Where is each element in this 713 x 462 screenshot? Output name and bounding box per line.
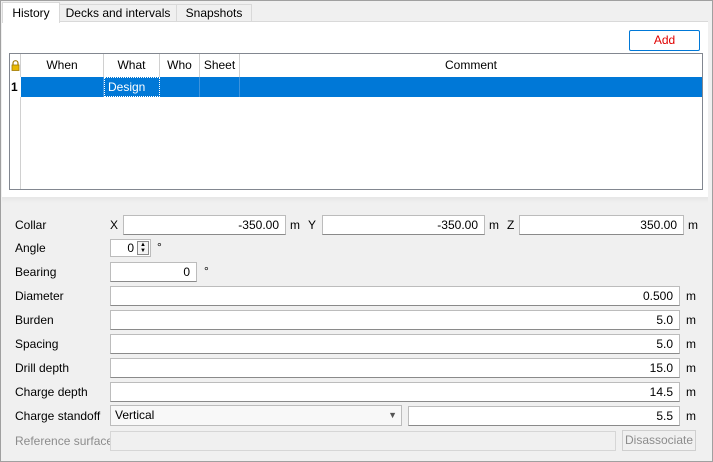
column-header-what[interactable]: What — [104, 54, 160, 77]
table-row[interactable]: 1 Design — [10, 77, 702, 97]
diameter-unit: m — [686, 289, 696, 303]
cell-when[interactable] — [21, 77, 104, 97]
angle-spinbox[interactable]: 0 ▲ ▼ — [110, 239, 151, 257]
row-number[interactable]: 1 — [10, 77, 21, 97]
collar-y-label: Y — [308, 218, 317, 232]
burden-field[interactable]: 5.0 — [110, 310, 680, 330]
collar-x-label: X — [110, 218, 119, 232]
reference-surface-label: Reference surface — [15, 434, 114, 448]
bearing-field[interactable]: 0 — [110, 262, 197, 282]
splitter[interactable] — [2, 197, 708, 203]
collar-y-field[interactable]: -350.00 — [322, 215, 485, 235]
tab-history[interactable]: History — [2, 2, 60, 23]
burden-label: Burden — [15, 313, 54, 327]
charge-depth-unit: m — [686, 385, 696, 399]
bearing-label: Bearing — [15, 265, 57, 279]
angle-spin-buttons[interactable]: ▲ ▼ — [137, 241, 149, 255]
angle-label: Angle — [15, 241, 46, 255]
table-header: When What Who Sheet Comment — [10, 54, 702, 78]
cell-what[interactable]: Design — [104, 77, 160, 97]
add-comment-button[interactable]: Add comment — [629, 30, 700, 66]
angle-unit: ° — [157, 240, 162, 254]
spacing-field[interactable]: 5.0 — [110, 334, 680, 354]
column-header-sheet[interactable]: Sheet — [200, 54, 240, 77]
charge-depth-field[interactable]: 14.5 — [110, 382, 680, 402]
history-table[interactable]: When What Who Sheet Comment 1 Design — [9, 53, 703, 190]
collar-x-field[interactable]: -350.00 — [123, 215, 286, 235]
cell-sheet[interactable] — [200, 77, 240, 97]
charge-standoff-label: Charge standoff — [15, 409, 101, 423]
charge-depth-label: Charge depth — [15, 385, 88, 399]
drill-depth-field[interactable]: 15.0 — [110, 358, 680, 378]
collar-y-unit: m — [489, 218, 499, 232]
disassociate-button[interactable]: Disassociate — [622, 430, 696, 451]
column-header-comment[interactable]: Comment — [240, 54, 702, 77]
diameter-label: Diameter — [15, 289, 64, 303]
charge-standoff-unit: m — [686, 409, 696, 423]
tab-decks-and-intervals[interactable]: Decks and intervals — [59, 4, 177, 21]
charge-standoff-mode-select[interactable]: Vertical ▼ — [110, 405, 402, 426]
charge-standoff-field[interactable]: 5.5 — [408, 406, 680, 426]
row-header-divider — [20, 54, 21, 189]
tab-snapshots[interactable]: Snapshots — [176, 4, 252, 21]
collar-z-field[interactable]: 350.00 — [519, 215, 684, 235]
diameter-field[interactable]: 0.500 — [110, 286, 680, 306]
angle-value[interactable]: 0 — [127, 240, 134, 256]
charge-standoff-mode-value: Vertical — [115, 408, 155, 422]
spacing-unit: m — [686, 337, 696, 351]
burden-unit: m — [686, 313, 696, 327]
cell-comment[interactable] — [240, 77, 702, 97]
collar-label: Collar — [15, 218, 47, 232]
reference-surface-field — [110, 431, 616, 451]
drill-depth-unit: m — [686, 361, 696, 375]
cell-who[interactable] — [160, 77, 200, 97]
collar-z-label: Z — [507, 218, 515, 232]
chevron-down-icon[interactable]: ▼ — [388, 406, 397, 425]
collar-x-unit: m — [290, 218, 300, 232]
bearing-unit: ° — [204, 264, 209, 278]
drill-depth-label: Drill depth — [15, 361, 70, 375]
column-header-who[interactable]: Who — [160, 54, 200, 77]
column-header-when[interactable]: When — [21, 54, 104, 77]
spacing-label: Spacing — [15, 337, 59, 351]
collar-z-unit: m — [688, 218, 698, 232]
